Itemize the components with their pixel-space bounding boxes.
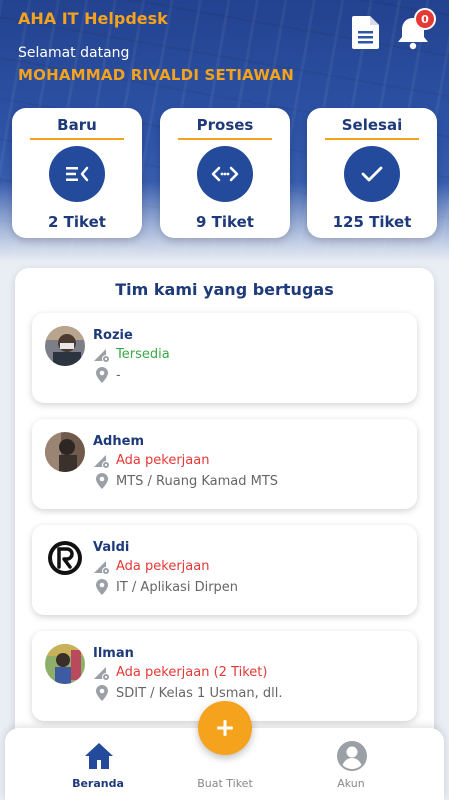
welcome-text: Selamat datang (18, 45, 130, 61)
stat-title: Baru (57, 116, 97, 134)
nav-account-label: Akun (337, 777, 365, 790)
member-card-valdi[interactable]: Valdi Ada pekerjaan IT / Aplikasi Dirpen (32, 525, 417, 615)
plus-icon (217, 720, 233, 736)
member-name: Rozie (93, 328, 133, 343)
home-icon (83, 740, 115, 772)
team-title: Tim kami yang bertugas (115, 280, 334, 299)
member-card-rozie[interactable]: Rozie Tersedia - (32, 313, 417, 403)
stat-divider (178, 138, 272, 140)
user-name: MOHAMMAD RIVALDI SETIAWAN (18, 66, 294, 84)
nav-account[interactable]: Akun (296, 728, 406, 800)
member-status: Ada pekerjaan (2 Tiket) (116, 665, 268, 680)
avatar (45, 326, 85, 366)
avatar (45, 538, 85, 578)
stat-card-selesai[interactable]: Selesai 125 Tiket (307, 108, 437, 238)
member-card-adhem[interactable]: Adhem Ada pekerjaan MTS / Ruang Kamad MT… (32, 419, 417, 509)
nav-create-label: Buat Tiket (197, 777, 253, 790)
location-pin-icon (95, 578, 109, 596)
signal-gear-icon (93, 664, 111, 682)
signal-gear-icon (93, 346, 111, 364)
avatar (45, 432, 85, 472)
stat-count: 125 Tiket (332, 213, 412, 231)
stat-card-proses[interactable]: Proses 9 Tiket (160, 108, 290, 238)
app-title: AHA IT Helpdesk (18, 9, 168, 28)
stat-title: Selesai (341, 116, 403, 134)
signal-gear-icon (93, 452, 111, 470)
team-panel: Tim kami yang bertugas Rozie Tersedia - … (15, 268, 434, 768)
location-pin-icon (95, 684, 109, 702)
account-icon (336, 740, 368, 772)
nav-home[interactable]: Beranda (43, 728, 153, 800)
signal-gear-icon (93, 558, 111, 576)
member-name: Ilman (93, 646, 134, 661)
nav-home-label: Beranda (72, 777, 124, 790)
document-icon[interactable] (351, 14, 381, 50)
member-location: - (116, 368, 121, 383)
member-status: Tersedia (116, 347, 170, 362)
stat-count: 9 Tiket (196, 213, 254, 231)
member-name: Adhem (93, 434, 144, 449)
stat-divider (325, 138, 419, 140)
member-location: MTS / Ruang Kamad MTS (116, 474, 279, 489)
member-location: IT / Aplikasi Dirpen (116, 580, 239, 595)
stat-divider (30, 138, 124, 140)
member-status: Ada pekerjaan (116, 559, 210, 574)
stat-count: 2 Tiket (48, 213, 106, 231)
member-location: SDIT / Kelas 1 Usman, dll. (116, 686, 283, 701)
create-ticket-button[interactable] (198, 701, 252, 755)
location-pin-icon (95, 366, 109, 384)
check-icon (344, 146, 400, 202)
stat-title: Proses (196, 116, 254, 134)
member-status: Ada pekerjaan (116, 453, 210, 468)
location-pin-icon (95, 472, 109, 490)
member-name: Valdi (93, 540, 130, 555)
notification-button[interactable]: 0 (396, 8, 436, 52)
notification-badge: 0 (414, 8, 436, 30)
code-arrows-icon (197, 146, 253, 202)
avatar (45, 644, 85, 684)
queue-icon (49, 146, 105, 202)
stat-card-baru[interactable]: Baru 2 Tiket (12, 108, 142, 238)
